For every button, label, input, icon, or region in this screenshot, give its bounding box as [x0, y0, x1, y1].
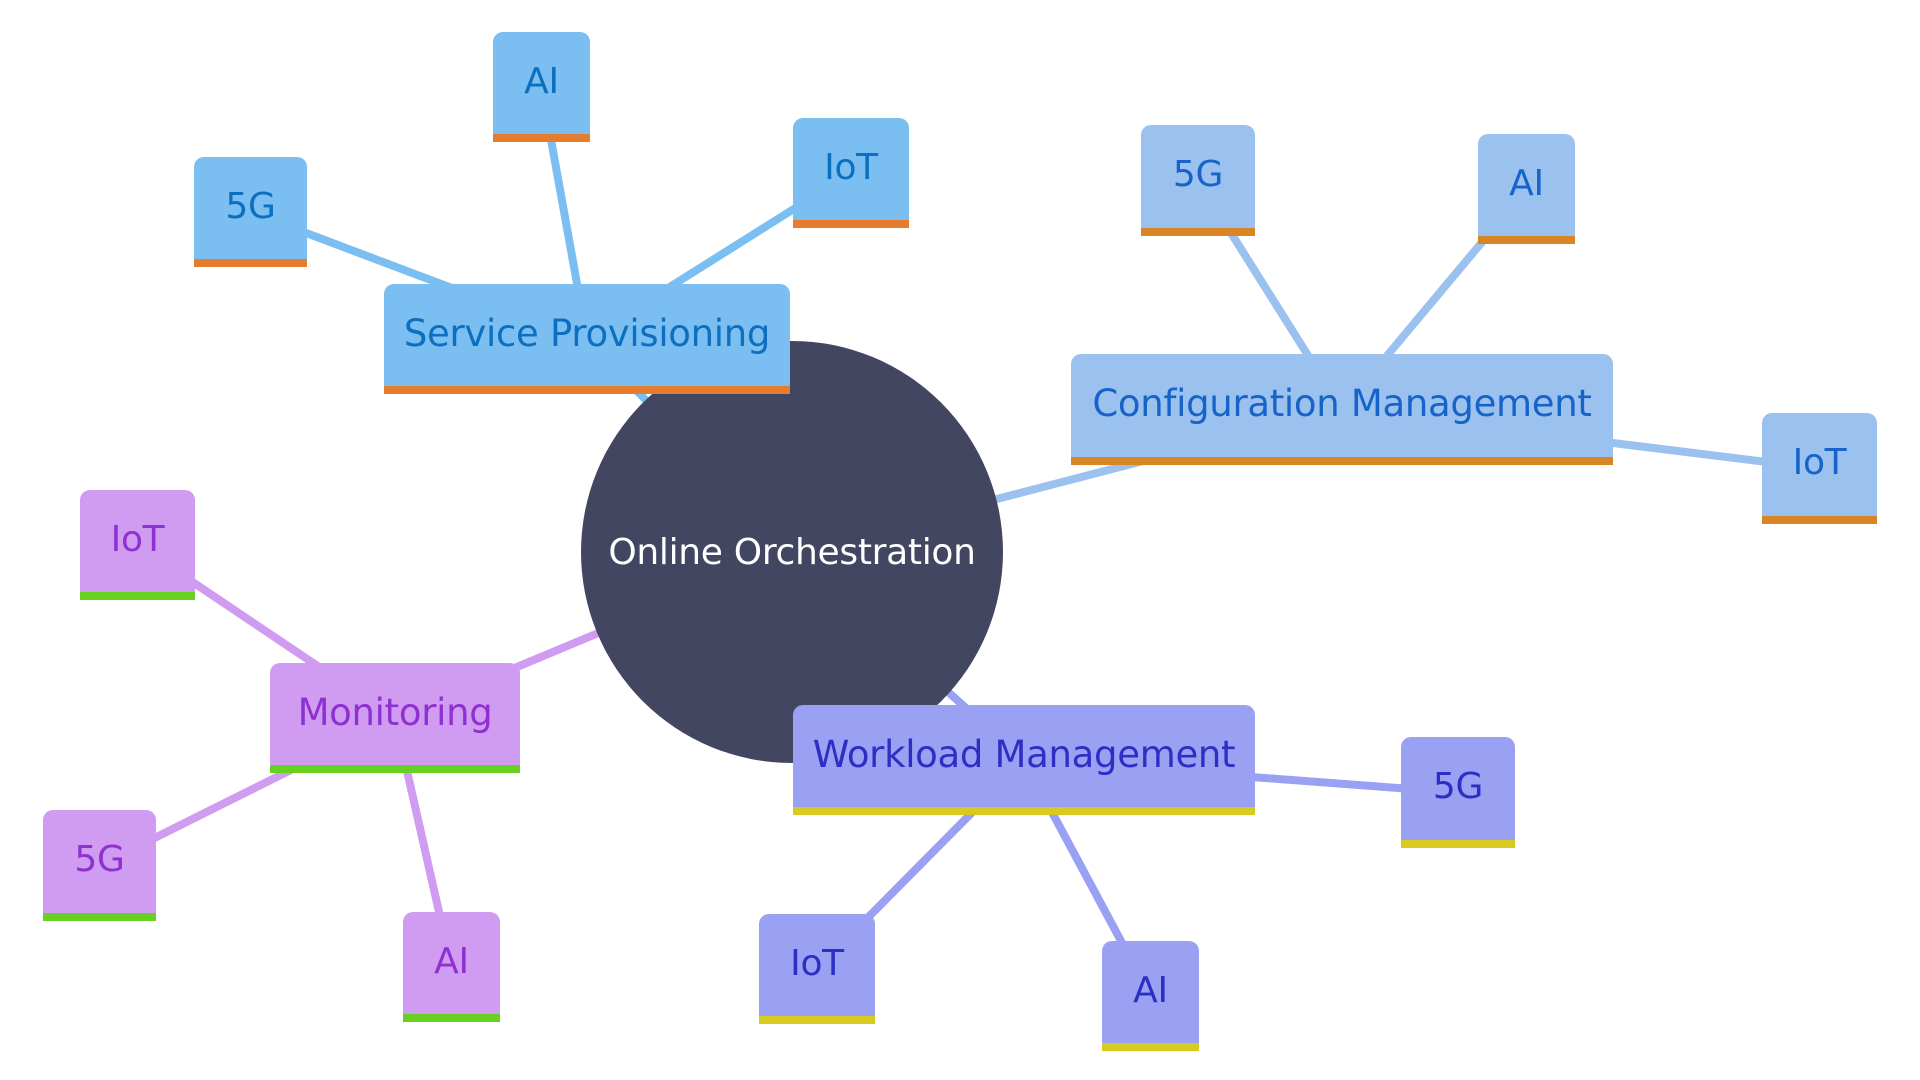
- leaf-node-service-provisioning-ai[interactable]: AI: [493, 32, 590, 142]
- leaf-node-monitoring-5g[interactable]: 5G: [43, 810, 156, 921]
- leaf-node-configuration-management-iot[interactable]: IoT: [1762, 413, 1877, 524]
- branch-node-configuration-management[interactable]: Configuration Management: [1071, 354, 1613, 465]
- leaf-node-label: AI: [1509, 162, 1544, 204]
- leaf-node-label: AI: [1133, 969, 1168, 1011]
- leaf-node-underline: [1401, 840, 1515, 848]
- branch-node-underline: [1071, 457, 1613, 465]
- leaf-node-underline: [759, 1016, 875, 1024]
- leaf-node-label: 5G: [1432, 766, 1484, 807]
- leaf-node-underline: [43, 913, 156, 921]
- leaf-node-label: 5G: [1172, 154, 1224, 195]
- leaf-node-workload-management-iot[interactable]: IoT: [759, 914, 875, 1024]
- leaf-node-underline: [493, 134, 590, 142]
- branch-node-underline: [384, 386, 790, 394]
- leaf-node-underline: [194, 259, 307, 267]
- leaf-node-label: AI: [524, 60, 559, 102]
- leaf-node-label: 5G: [225, 185, 276, 227]
- leaf-node-monitoring-ai[interactable]: AI: [403, 912, 500, 1022]
- branch-node-workload-management[interactable]: Workload Management: [793, 705, 1255, 815]
- leaf-node-service-provisioning-5g[interactable]: 5G: [194, 157, 307, 267]
- leaf-node-label: IoT: [1792, 442, 1847, 483]
- leaf-node-monitoring-iot[interactable]: IoT: [80, 490, 195, 600]
- branch-node-underline: [270, 765, 520, 773]
- leaf-node-underline: [80, 592, 195, 600]
- leaf-node-label: IoT: [790, 942, 844, 984]
- leaf-node-underline: [1102, 1043, 1199, 1051]
- leaf-node-configuration-management-5g[interactable]: 5G: [1141, 125, 1255, 236]
- branch-node-service-provisioning[interactable]: Service Provisioning: [384, 284, 790, 394]
- leaf-node-underline: [1141, 228, 1255, 236]
- leaf-node-underline: [403, 1014, 500, 1022]
- leaf-node-label: AI: [434, 940, 469, 982]
- leaf-node-underline: [1478, 236, 1575, 244]
- branch-node-label: Configuration Management: [1092, 382, 1592, 425]
- leaf-node-underline: [1762, 516, 1877, 524]
- leaf-node-workload-management-ai[interactable]: AI: [1102, 941, 1199, 1051]
- branch-node-label: Monitoring: [297, 690, 493, 734]
- leaf-node-label: IoT: [110, 518, 165, 560]
- leaf-node-service-provisioning-iot[interactable]: IoT: [793, 118, 909, 228]
- root-node-online-orchestration[interactable]: Online Orchestration: [581, 341, 1003, 763]
- branch-node-monitoring[interactable]: Monitoring: [270, 663, 520, 773]
- leaf-node-workload-management-5g[interactable]: 5G: [1401, 737, 1515, 848]
- leaf-node-label: 5G: [74, 839, 125, 880]
- leaf-node-label: IoT: [824, 146, 878, 188]
- root-node-label: Online Orchestration: [608, 531, 976, 573]
- branch-node-label: Service Provisioning: [403, 311, 771, 355]
- leaf-node-configuration-management-ai[interactable]: AI: [1478, 134, 1575, 244]
- branch-node-label: Workload Management: [812, 732, 1236, 776]
- leaf-node-underline: [793, 220, 909, 228]
- branch-node-underline: [793, 807, 1255, 815]
